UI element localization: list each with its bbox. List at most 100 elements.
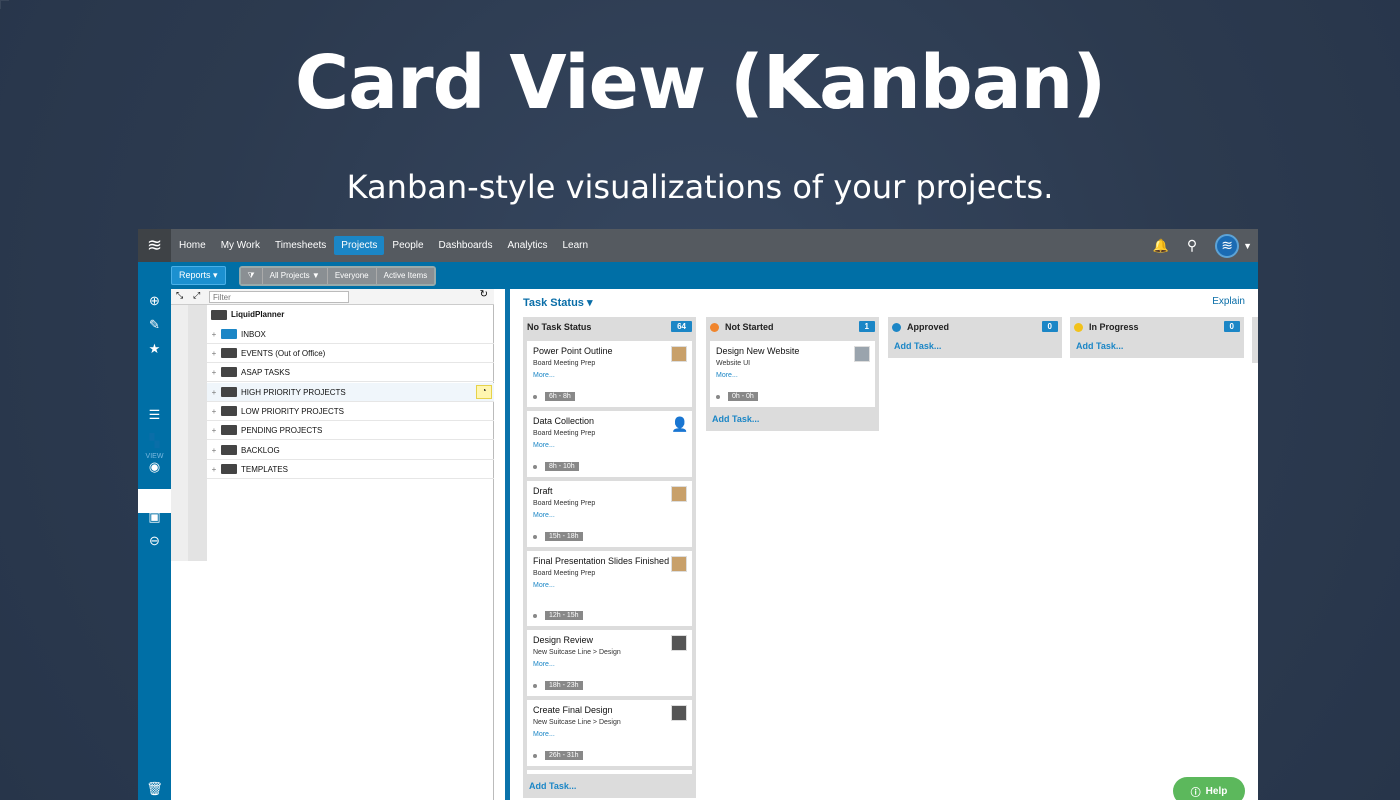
card-project: New Suitcase Line > Design bbox=[533, 649, 621, 656]
card-hours: 0h - 0h bbox=[728, 392, 758, 401]
trash-icon[interactable]: 🗑 bbox=[138, 781, 171, 797]
status-dot bbox=[1074, 322, 1083, 332]
status-dot bbox=[710, 322, 719, 332]
nav-learn[interactable]: Learn bbox=[555, 236, 595, 255]
tree-row-label: LOW PRIORITY PROJECTS bbox=[241, 406, 344, 416]
card-hours: 8h - 10h bbox=[545, 462, 579, 471]
card-hours: 12h - 15h bbox=[545, 611, 583, 620]
left-rail: ⊕ ✎ ★ VIEW ☰ ▚ ◉ ▣ ⊖ 🗑 bbox=[138, 289, 171, 800]
task-card[interactable]: Design Review New Suitcase Line > Design M… bbox=[527, 630, 692, 696]
card-view-icon[interactable]: ▚ bbox=[138, 433, 171, 449]
card-more-link[interactable]: More... bbox=[533, 372, 686, 379]
avatar bbox=[671, 556, 687, 572]
filter-icon[interactable]: ⧩ bbox=[240, 267, 263, 284]
task-card[interactable]: Design New Website Website UI More... 0h - … bbox=[710, 341, 875, 407]
star-icon[interactable]: ★ bbox=[138, 341, 171, 357]
tree-row[interactable]: + ASAP TASKS bbox=[207, 363, 494, 382]
card-hours: 6h - 8h bbox=[545, 392, 575, 401]
card-more-link[interactable]: More... bbox=[533, 731, 686, 738]
column-next-partial bbox=[1252, 317, 1258, 363]
card-title: Design New Website bbox=[716, 346, 800, 356]
card-more-link[interactable]: More... bbox=[533, 582, 686, 589]
card-project: New Suitcase Line > Design bbox=[533, 719, 621, 726]
card-title: Data Collection bbox=[533, 416, 595, 426]
task-card[interactable]: Power Point Outline Board Meeting Prep Mor… bbox=[527, 341, 692, 407]
task-status-dropdown[interactable]: Task Status ▾ bbox=[523, 296, 593, 309]
card-more-link[interactable]: More... bbox=[533, 661, 686, 668]
nav-timesheets[interactable]: Timesheets bbox=[268, 236, 333, 255]
task-card[interactable]: Create Final Design New Suitcase Line > D… bbox=[527, 700, 692, 766]
card-more-link[interactable]: More... bbox=[533, 512, 686, 519]
list-view-icon[interactable]: ☰ bbox=[138, 407, 171, 423]
tree-row-label: EVENTS (Out of Office) bbox=[241, 348, 326, 358]
card-more-link[interactable]: More... bbox=[716, 372, 869, 379]
add-icon[interactable]: ⊕ bbox=[138, 293, 171, 309]
add-task-link[interactable]: Add Task... bbox=[1070, 337, 1244, 358]
help-button[interactable]: ⓘ Help bbox=[1173, 777, 1245, 800]
hero-title: Card View (Kanban) bbox=[294, 40, 1106, 126]
nav-people[interactable]: People bbox=[385, 236, 430, 255]
card-more-link[interactable]: More... bbox=[533, 442, 686, 449]
filter-group: ⧩ All Projects ▼ Everyone Active Items bbox=[238, 265, 437, 286]
tree-filter-input[interactable] bbox=[209, 291, 349, 303]
nav-my-work[interactable]: My Work bbox=[214, 236, 267, 255]
nav-home[interactable]: Home bbox=[172, 236, 213, 255]
pencil-icon[interactable]: ✎ bbox=[138, 317, 171, 333]
avatar bbox=[671, 486, 687, 502]
task-card[interactable]: Final Presentation Slides Finished Board … bbox=[527, 551, 692, 626]
card-title: Create Final Design bbox=[533, 705, 613, 715]
card-project: Website UI bbox=[716, 360, 751, 367]
all-projects-filter[interactable]: All Projects ▼ bbox=[262, 267, 328, 284]
add-task-link[interactable]: Add Task... bbox=[888, 337, 1062, 358]
tree-row[interactable]: + INBOX bbox=[207, 325, 494, 344]
card-title: Final Presentation Slides Finished bbox=[533, 556, 670, 566]
nav-projects[interactable]: Projects bbox=[334, 236, 385, 255]
column-title: In Progress bbox=[1089, 322, 1139, 332]
help-icon: ⓘ bbox=[1190, 787, 1201, 799]
add-task-link[interactable]: Add Task... bbox=[523, 774, 696, 798]
help-label: Help bbox=[1205, 785, 1228, 797]
explain-link[interactable]: Explain bbox=[1212, 296, 1245, 307]
card-hours: 15h - 18h bbox=[545, 532, 583, 541]
column-in-progress: In Progress 0 Add Task... bbox=[1070, 317, 1244, 358]
tree-row[interactable]: + LOW PRIORITY PROJECTS bbox=[207, 402, 494, 421]
tree-row[interactable]: + BACKLOG bbox=[207, 441, 494, 460]
reports-button[interactable]: Reports ▾ bbox=[171, 266, 226, 285]
expand-icon[interactable]: ⤢ bbox=[193, 290, 200, 301]
minus-circle-icon[interactable]: ⊖ bbox=[138, 533, 171, 549]
briefcase-icon[interactable]: ▣ bbox=[138, 509, 171, 525]
refresh-icon[interactable]: ↻ bbox=[480, 289, 488, 300]
everyone-filter[interactable]: Everyone bbox=[327, 267, 377, 284]
column-not-started: Not Started 1 Design New Website Website U… bbox=[706, 317, 879, 431]
tree-row-label: PENDING PROJECTS bbox=[241, 425, 323, 435]
tree-row[interactable]: + TEMPLATES bbox=[207, 460, 494, 479]
avatar bbox=[671, 346, 687, 362]
active-items-filter[interactable]: Active Items bbox=[376, 267, 435, 284]
card-title: Power Point Outline bbox=[533, 346, 613, 356]
column-count: 64 bbox=[671, 321, 692, 332]
card-title: Design Review bbox=[533, 635, 594, 645]
chevron-down-icon[interactable]: ▼ bbox=[1243, 241, 1252, 251]
sub-toolbar: Reports ▾ ⧩ All Projects ▼ Everyone Acti… bbox=[138, 262, 1258, 289]
nav-dashboards[interactable]: Dashboards bbox=[432, 236, 500, 255]
app-logo-icon[interactable]: ≋ bbox=[138, 229, 171, 262]
nav-analytics[interactable]: Analytics bbox=[500, 236, 554, 255]
search-icon[interactable]: ⚲ bbox=[1187, 237, 1197, 254]
card-project: Board Meeting Prep bbox=[533, 430, 596, 437]
task-card[interactable]: Draft Board Meeting Prep More... 15h - 18h bbox=[527, 481, 692, 547]
tree-root[interactable]: LiquidPlanner bbox=[207, 305, 494, 324]
tree-row[interactable]: + PENDING PROJECTS bbox=[207, 421, 494, 440]
tree-toolbar: ⤡ ⤢ ↻ bbox=[171, 289, 494, 305]
top-nav: ≋ Home My Work Timesheets Projects Peopl… bbox=[138, 229, 1258, 262]
column-title: No Task Status bbox=[527, 322, 592, 332]
bell-icon[interactable]: 🔔 bbox=[1153, 238, 1169, 254]
task-card[interactable]: Data Collection Board Meeting Prep More...… bbox=[527, 411, 692, 477]
tree-row[interactable]: + EVENTS (Out of Office) bbox=[207, 344, 494, 363]
collapse-icon[interactable]: ⤡ bbox=[176, 290, 183, 301]
tree-row-label: HIGH PRIORITY PROJECTS bbox=[241, 387, 346, 397]
avatar bbox=[671, 635, 687, 651]
board-view-icon[interactable]: ◉ bbox=[138, 459, 171, 475]
tree-row[interactable]: + HIGH PRIORITY PROJECTS ◔ bbox=[207, 383, 494, 402]
user-avatar[interactable]: ≋ bbox=[1215, 233, 1240, 258]
add-task-link[interactable]: Add Task... bbox=[706, 407, 879, 431]
